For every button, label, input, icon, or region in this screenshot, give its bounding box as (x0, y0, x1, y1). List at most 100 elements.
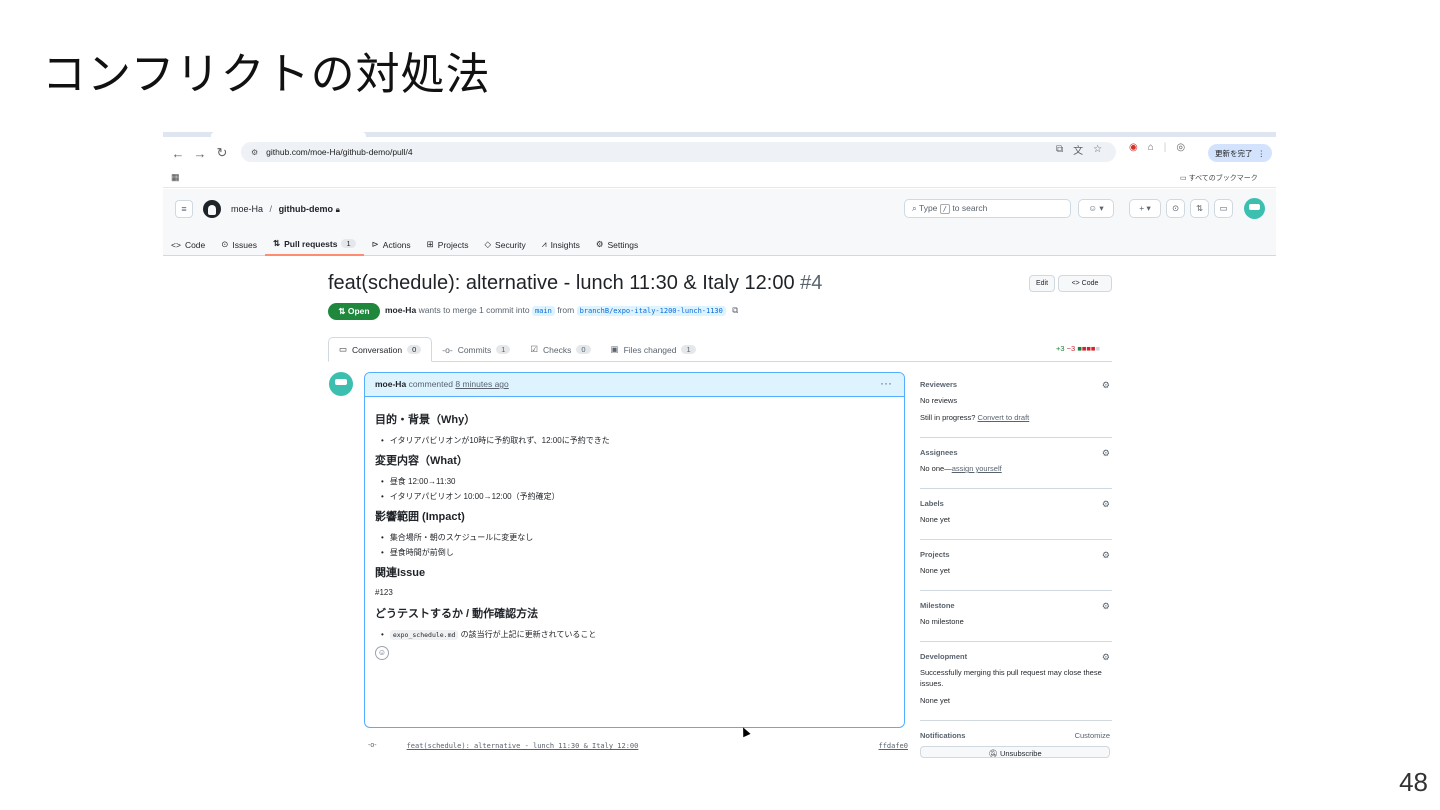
plus-icon: + ▾ (1139, 203, 1151, 213)
menu-icon[interactable]: ≡ (175, 200, 193, 218)
comment-timestamp[interactable]: 8 minutes ago (455, 379, 508, 389)
list-item: expo_schedule.md の該当行が上記に更新されていること (381, 629, 894, 640)
status-label: Open (347, 306, 370, 316)
what-list: 昼食 12:00→11:30 イタリアパビリオン 10:00→12:00（予約確… (381, 476, 894, 502)
test-text: の該当行が上記に更新されていること (460, 630, 597, 639)
pr-title: feat(schedule): alternative - lunch 11:3… (328, 272, 822, 295)
forward-icon[interactable]: → (189, 146, 211, 161)
owner-link[interactable]: moe-Ha (231, 204, 263, 214)
extensions-puzzle-icon[interactable]: ⌂ (1148, 142, 1154, 153)
tab-commits[interactable]: -o- Commits 1 (432, 337, 520, 362)
user-avatar[interactable] (1244, 198, 1265, 219)
tab-counter: 1 (341, 239, 356, 248)
tab-label: Settings (607, 239, 639, 250)
tab-settings[interactable]: ⚙ Settings (588, 233, 646, 256)
sidebar-assignees: Assignees ⚙ No one—assign yourself (920, 448, 1112, 489)
back-icon[interactable]: ← (167, 146, 189, 161)
search-placeholder-tail: to search (952, 203, 988, 213)
file-diff-icon: ▣ (610, 344, 619, 354)
tab-issues[interactable]: ⊙ Issues (213, 233, 265, 256)
commit-sha[interactable]: ffdafe0 (878, 742, 908, 750)
customize-link[interactable]: Customize (1075, 731, 1110, 740)
comment-author[interactable]: moe-Ha (375, 379, 406, 389)
commit-message[interactable]: feat(schedule): alternative - lunch 11:3… (407, 742, 639, 750)
assign-yourself-link[interactable]: assign yourself (952, 464, 1002, 473)
gear-icon[interactable]: ⚙ (1102, 601, 1110, 612)
tab-counter: 0 (407, 345, 422, 354)
gear-icon[interactable]: ⚙ (1102, 499, 1110, 510)
why-list: イタリアパビリオンが10時に予約取れず、12:00に予約できた (381, 435, 894, 446)
author-link[interactable]: moe-Ha (385, 305, 416, 315)
tab-conversation[interactable]: ▭ Conversation 0 (328, 337, 433, 362)
issues-button[interactable]: ⊙ (1166, 199, 1185, 218)
pr-description-comment: moe-Ha commented 8 minutes ago ··· 目的・背景… (364, 372, 905, 728)
gear-icon[interactable]: ⚙ (1102, 550, 1110, 561)
pull-request-icon: ⇅ (338, 306, 346, 316)
copilot-button[interactable]: ☺ ▾ (1078, 199, 1114, 218)
tab-security[interactable]: ◇ Security (477, 233, 534, 256)
reload-icon[interactable]: ↻ (211, 145, 233, 161)
bookmarks-folder[interactable]: ▭ すべてのブックマーク (1180, 173, 1258, 183)
sidebar-description: Successfully merging this pull request m… (920, 668, 1102, 688)
shield-icon: ◇ (484, 239, 492, 249)
pull-request-icon: ⇅ (1195, 203, 1204, 213)
code-dropdown-button[interactable]: <> Code (1058, 275, 1112, 292)
tab-checks[interactable]: ☑ Checks 0 (520, 337, 600, 362)
page-number: 48 (1399, 767, 1428, 797)
tab-insights[interactable]: ⩘ Insights (534, 233, 588, 256)
pull-requests-button[interactable]: ⇅ (1190, 199, 1209, 218)
update-label: 更新を完了 (1215, 148, 1253, 158)
head-branch[interactable]: branchB/expo-italy-1200-lunch-1130 (576, 306, 726, 316)
copy-icon[interactable]: ⧉ (732, 305, 738, 315)
repo-link[interactable]: github-demo (279, 204, 334, 214)
update-button[interactable]: 更新を完了 ⋮ (1208, 144, 1272, 162)
browser-screenshot: ← → ↻ ⚙ github.com/moe-Ha/github-demo/pu… (163, 132, 1276, 758)
draft-hint: Still in progress? Convert to draft (920, 412, 1112, 423)
breadcrumb-separator: / (269, 204, 273, 214)
translate-icon[interactable]: 文 (1073, 142, 1083, 157)
gear-icon[interactable]: ⚙ (1102, 448, 1110, 459)
diffstat-deletions: −3 (1066, 344, 1076, 353)
more-icon[interactable]: ⋮ (1258, 149, 1266, 158)
extension-icon[interactable]: ◉ (1129, 142, 1138, 153)
pr-title-text: feat(schedule): alternative - lunch 11:3… (328, 272, 795, 294)
edit-button[interactable]: Edit (1029, 275, 1055, 292)
separator: | (1163, 142, 1167, 153)
address-bar[interactable]: ⚙ github.com/moe-Ha/github-demo/pull/4 (241, 142, 1116, 162)
tab-label: Conversation (352, 344, 403, 355)
bookmark-star-icon[interactable]: ☆ (1093, 144, 1102, 155)
tab-files-changed[interactable]: ▣ Files changed 1 (601, 337, 706, 362)
inbox-icon: ▭ (1219, 203, 1228, 213)
comment-avatar[interactable] (329, 372, 353, 396)
base-branch[interactable]: main (531, 306, 555, 316)
tab-actions[interactable]: ⊳ Actions (364, 233, 419, 256)
unsubscribe-button[interactable]: 🔕︎ Unsubscribe (920, 746, 1110, 758)
convert-to-draft-link[interactable]: Convert to draft (978, 413, 1030, 422)
bookmarks-folder-label: すべてのブックマーク (1188, 175, 1258, 182)
search-input[interactable]: ⌕ Type / to search (904, 199, 1071, 218)
profile-icon[interactable]: ◎ (1176, 142, 1185, 153)
tab-label: Pull requests (284, 238, 338, 249)
gear-icon[interactable]: ⚙ (1102, 380, 1110, 391)
add-reaction-icon[interactable]: ☺ (375, 646, 389, 660)
extension-area: ◉ ⌂ | ◎ (1129, 142, 1185, 153)
site-info-icon[interactable]: ⚙ (251, 148, 258, 157)
kebab-menu-icon[interactable]: ··· (880, 376, 892, 390)
tab-counter: 1 (681, 345, 696, 354)
cast-icon[interactable]: ⧉ (1056, 144, 1063, 155)
apps-grid-icon[interactable]: ▦ (171, 172, 180, 183)
code-icon: <> (171, 239, 181, 250)
sidebar-heading: Reviewers (920, 380, 958, 389)
tab-pull-requests[interactable]: ⇅ Pull requests 1 (264, 233, 364, 256)
github-logo-icon[interactable] (203, 200, 221, 218)
tab-code[interactable]: <> Code (163, 233, 213, 256)
tab-projects[interactable]: ⊞ Projects (419, 233, 477, 256)
sidebar-development: Development ⚙ Successfully merging this … (920, 652, 1112, 721)
diffstat-additions: +3 (1056, 344, 1065, 353)
tab-counter: 0 (576, 345, 591, 354)
create-new-button[interactable]: + ▾ (1129, 199, 1161, 218)
github-header: ≡ moe-Ha / github-demo 🔒︎ ⌕ Type / to se… (163, 189, 1276, 256)
gear-icon[interactable]: ⚙ (1102, 652, 1110, 663)
diffstat-blocks: ■■■■■ (1077, 344, 1100, 353)
inbox-button[interactable]: ▭ (1214, 199, 1233, 218)
